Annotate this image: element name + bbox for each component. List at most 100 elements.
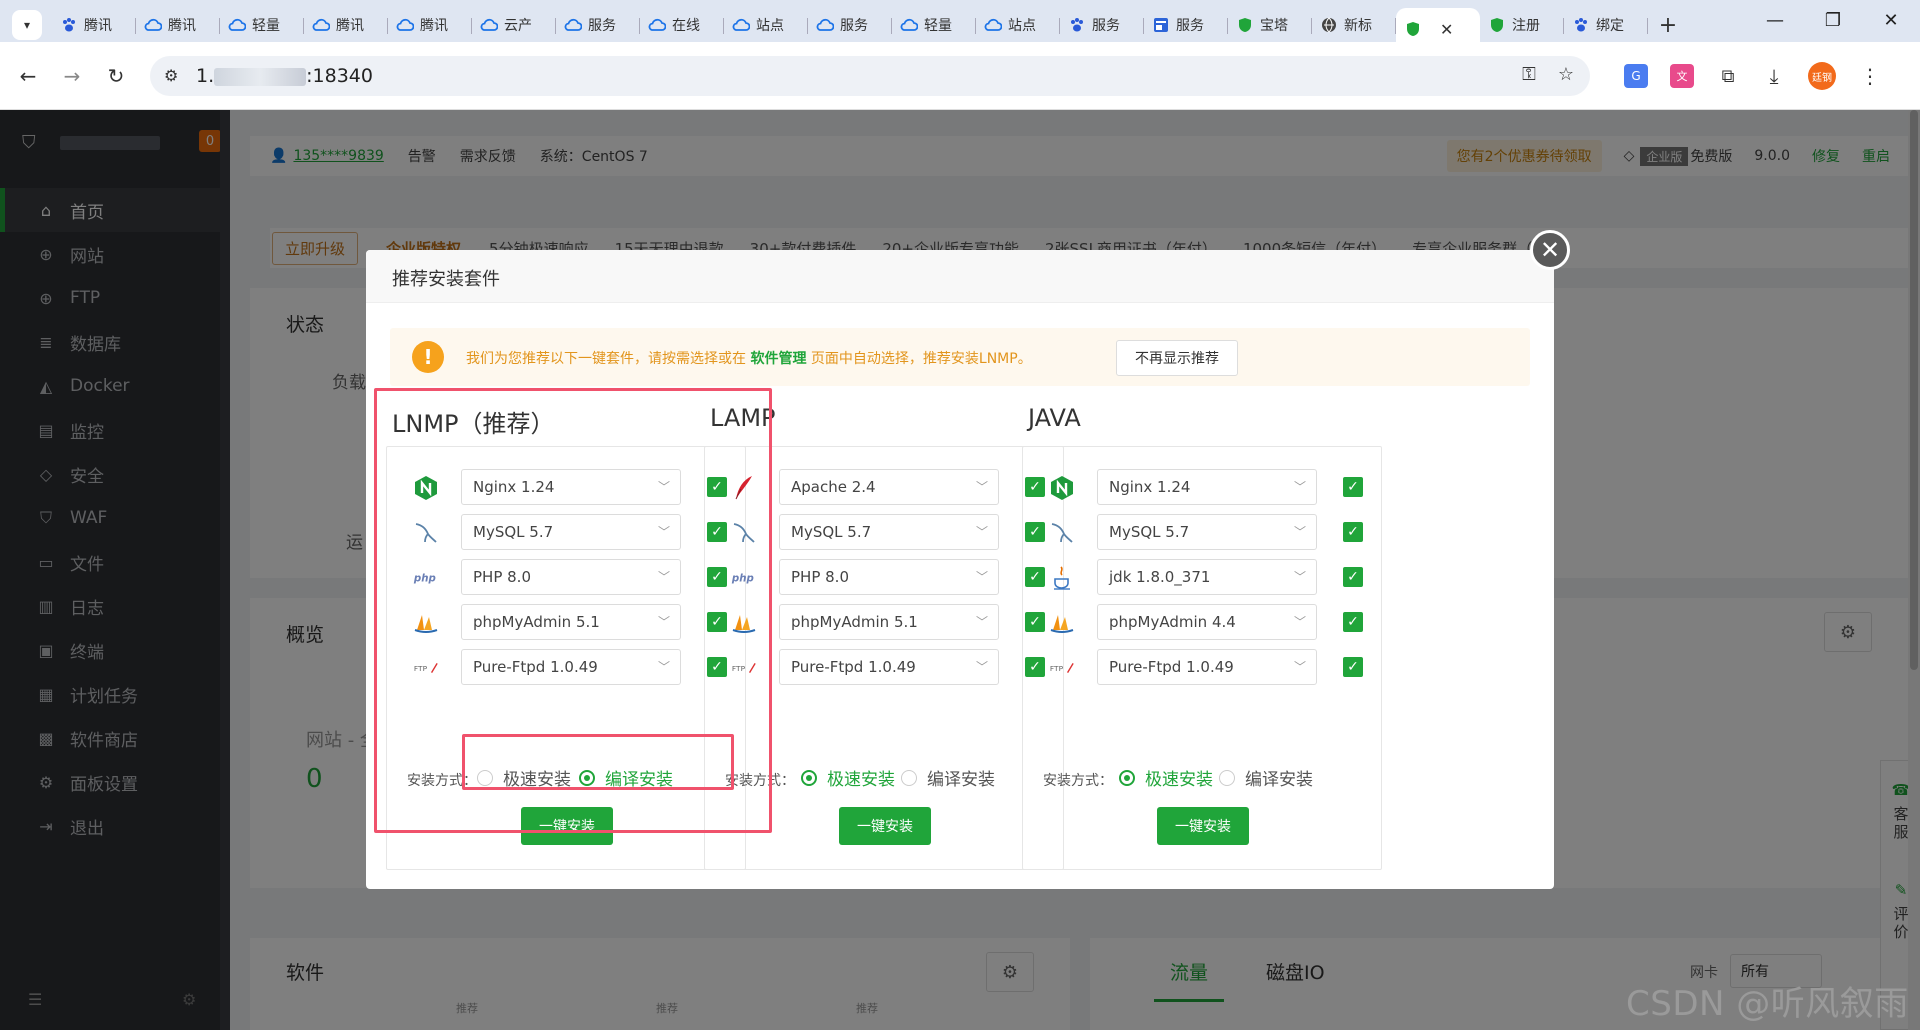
browser-menu-icon[interactable]: ⋮ [1858,64,1882,88]
bookmark-star-icon[interactable]: ☆ [1558,64,1574,85]
reload-icon[interactable]: ↻ [102,62,130,90]
shield-icon [1236,16,1254,34]
include-checkbox[interactable]: ✓ [1343,567,1363,587]
version-select[interactable]: Apache 2.4 ﹀ [779,469,999,505]
version-select[interactable]: Pure-Ftpd 1.0.49 ﹀ [1097,649,1317,685]
download-icon[interactable]: ⤓ [1762,64,1786,88]
tab-label: 轻量 [924,18,952,34]
install-mode-group: 安装方式： 极速安装 编译安装 [725,763,1055,793]
tab-label: 新标 [1344,18,1372,34]
browser-tab[interactable]: 腾讯 [52,8,136,42]
fast-install-radio[interactable]: 极速安装 [1119,765,1213,790]
browser-tab[interactable]: 腾讯 [304,8,388,42]
tab-label: 站点 [1008,18,1036,34]
tab-label: 服务 [840,18,868,34]
version-select[interactable]: jdk 1.8.0_371 ﹀ [1097,559,1317,595]
chevron-down-icon: ﹀ [975,615,988,629]
forward-icon[interactable]: → [58,62,86,90]
cloud-icon [396,16,414,34]
compile-install-radio[interactable]: 编译安装 [901,765,995,790]
minimize-icon[interactable]: — [1746,0,1804,40]
one-click-install-button[interactable]: 一键安装 [839,807,931,845]
browser-tab[interactable]: 服务 [808,8,892,42]
chevron-down-icon: ﹀ [1293,615,1306,629]
omnibox-actions: ⚿ ☆ [1522,64,1574,85]
install-mode-group: 安装方式： 极速安装 编译安装 [1043,763,1373,793]
software-manage-link[interactable]: 软件管理 [750,351,806,367]
version-select[interactable]: PHP 8.0 ﹀ [779,559,999,595]
install-mode-label: 安装方式： [1043,773,1113,789]
include-checkbox[interactable]: ✓ [1343,657,1363,677]
browser-tab[interactable]: 站点 [976,8,1060,42]
tab-label: 绑定 [1596,18,1624,34]
browser-tab[interactable]: 轻量 [892,8,976,42]
close-window-icon[interactable]: ✕ [1862,0,1920,40]
browser-tab[interactable]: 轻量 [220,8,304,42]
tab-label: 腾讯 [336,18,364,34]
new-tab-icon[interactable]: + [1648,8,1688,42]
modal-header: 推荐安装套件 [366,250,1554,303]
key-icon[interactable]: ⚿ [1522,64,1536,85]
browser-tab[interactable]: 服务 [556,8,640,42]
cloud-icon [816,16,834,34]
browser-tab[interactable]: 服务 [1144,8,1228,42]
chevron-down-icon: ﹀ [975,660,988,674]
version-select[interactable]: phpMyAdmin 5.1 ﹀ [779,604,999,640]
browser-tab[interactable]: 注册 [1480,8,1564,42]
tab-label: 腾讯 [84,18,112,34]
browser-tab[interactable]: 新标 [1312,8,1396,42]
tab-label: 注册 [1512,18,1540,34]
extensions-puzzle-icon[interactable]: ⧉ [1716,64,1740,88]
tab-label: 在线 [672,18,700,34]
suite-row: Nginx 1.24 ﹀ ✓ [1023,469,1383,507]
suite-title: JAVA [1028,404,1081,432]
chevron-down-icon: ﹀ [1293,525,1306,539]
browser-tab[interactable]: 腾讯 [388,8,472,42]
tab-label: 站点 [756,18,784,34]
browser-tab[interactable]: 腾讯 [136,8,220,42]
translate-extension-icon[interactable]: G [1624,64,1648,88]
browser-tab[interactable]: 宝塔 [1228,8,1312,42]
include-checkbox[interactable]: ✓ [1343,522,1363,542]
version-select[interactable]: MySQL 5.7 ﹀ [1097,514,1317,550]
cloud-icon [312,16,330,34]
translate-zh-extension-icon[interactable]: 文 [1670,64,1694,88]
version-select[interactable]: Nginx 1.24 ﹀ [1097,469,1317,505]
restore-icon[interactable]: ❐ [1804,0,1862,40]
fast-install-radio[interactable]: 极速安装 [801,765,895,790]
tab-label: 服务 [1092,18,1120,34]
ftp-logo-icon: FTP [1049,656,1075,680]
cloud-icon [984,16,1002,34]
tab-label: 宝塔 [1260,18,1288,34]
modal-title: 推荐安装套件 [392,269,500,290]
tab-label: 腾讯 [420,18,448,34]
compile-install-radio[interactable]: 编译安装 [1219,765,1313,790]
version-select[interactable]: phpMyAdmin 4.4 ﹀ [1097,604,1317,640]
browser-tab[interactable]: 在线 [640,8,724,42]
browser-tab[interactable]: 绑定 [1564,8,1648,42]
chevron-down-icon: ﹀ [1293,480,1306,494]
tip-text: 我们为您推荐以下一键套件，请按需选择或在 软件管理 页面中自动选择，推荐安装LN… [466,351,1032,367]
browser-tab[interactable]: 服务 [1060,8,1144,42]
csdn-watermark: CSDN @听风叙雨 [1626,984,1909,1024]
browser-tab[interactable]: 云产 [472,8,556,42]
include-checkbox[interactable]: ✓ [1343,477,1363,497]
tab-search-dropdown[interactable]: ▾ [12,10,42,40]
browser-tab[interactable]: 站点 [724,8,808,42]
cloud-icon [564,16,582,34]
version-select[interactable]: Pure-Ftpd 1.0.49 ﹀ [779,649,999,685]
modal-close-icon[interactable]: ✕ [1530,230,1570,270]
version-select[interactable]: MySQL 5.7 ﹀ [779,514,999,550]
profile-avatar[interactable]: 廷钢 [1808,62,1836,90]
dont-show-again-button[interactable]: 不再显示推荐 [1116,340,1238,376]
site-info-icon[interactable]: ⚙ [164,66,178,85]
one-click-install-button[interactable]: 一键安装 [1157,807,1249,845]
suite-row: jdk 1.8.0_371 ﹀ ✓ [1023,559,1383,597]
recommend-tip: ! 我们为您推荐以下一键套件，请按需选择或在 软件管理 页面中自动选择，推荐安装… [390,328,1530,386]
back-icon[interactable]: ← [14,62,42,90]
url-input[interactable]: ⚙ 1.:18340 ⚿ ☆ [150,56,1590,96]
radio-dot [1119,769,1135,786]
include-checkbox[interactable]: ✓ [1343,612,1363,632]
tab-label: 服务 [1176,18,1204,34]
close-tab-icon[interactable]: ✕ [1440,20,1453,39]
